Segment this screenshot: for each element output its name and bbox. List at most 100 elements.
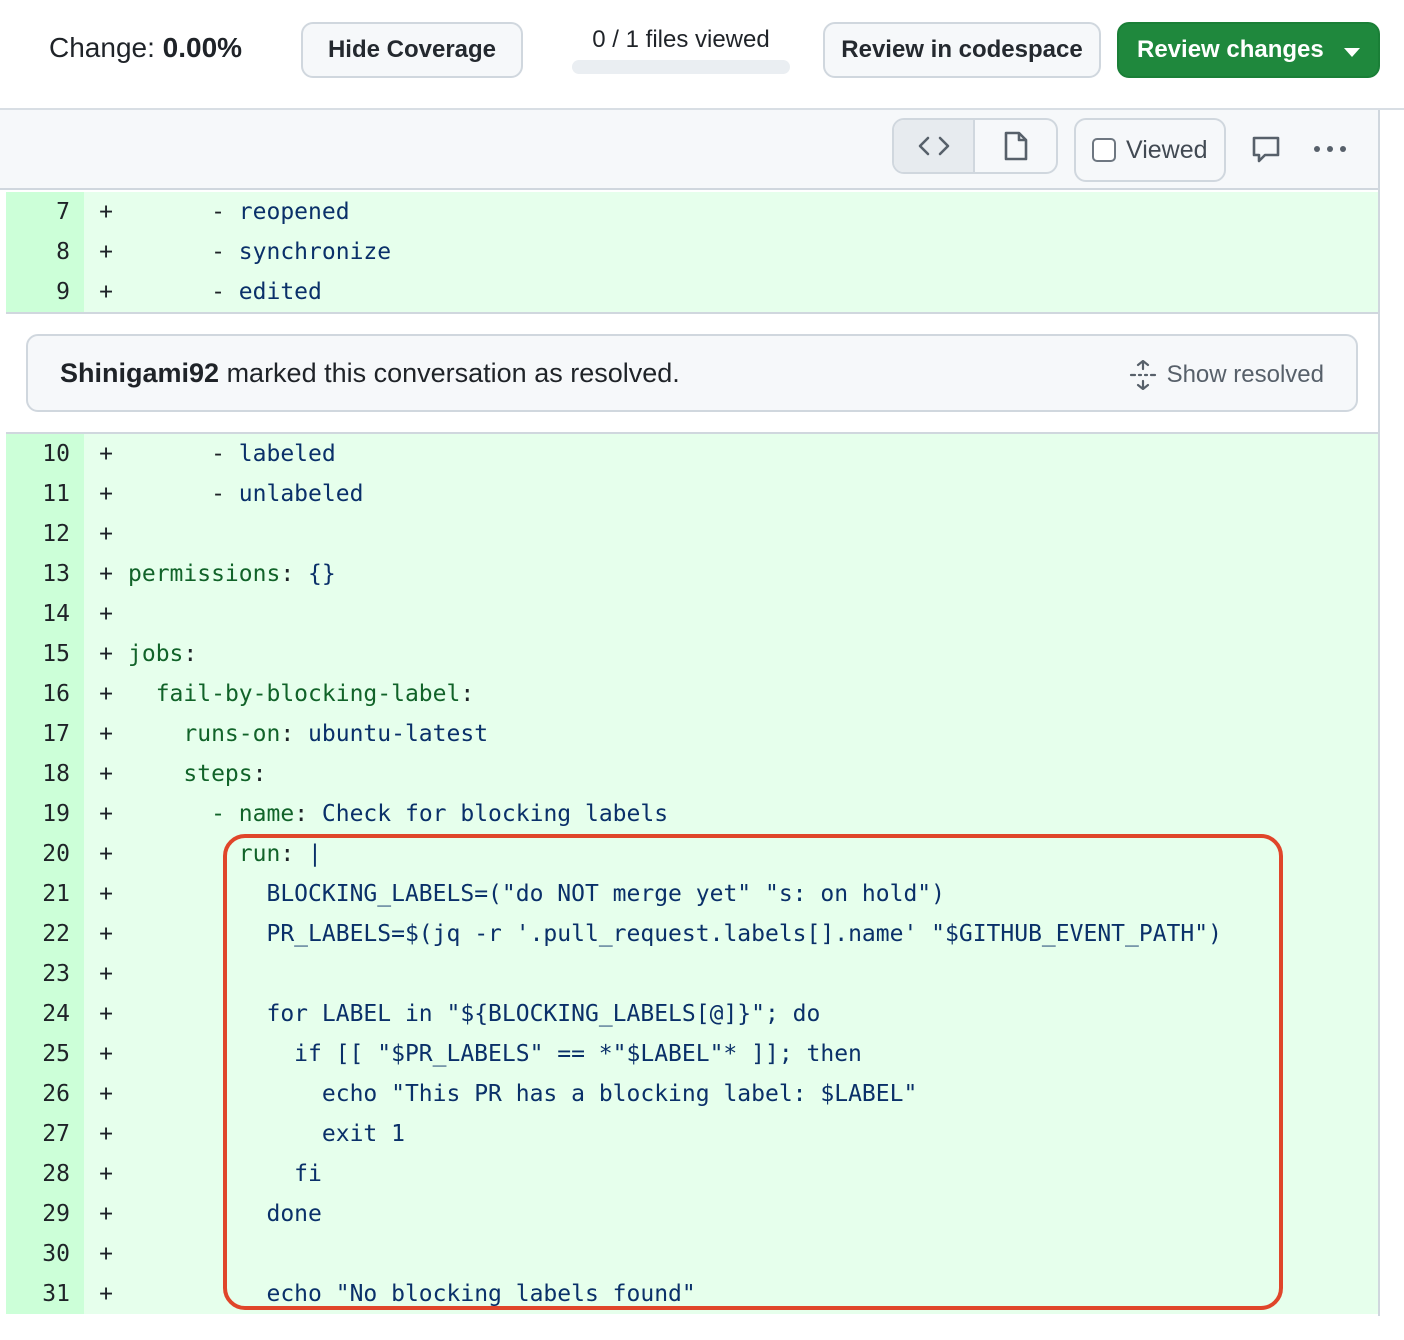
yaml-separator: - (211, 441, 239, 467)
yaml-separator: : (252, 761, 267, 787)
line-number[interactable]: 28 (6, 1154, 84, 1194)
resolved-conversation-row: Shinigami92 marked this conversation as … (6, 312, 1380, 434)
resolved-conversation: Shinigami92 marked this conversation as … (26, 334, 1358, 412)
diff-line: 12 + (6, 514, 1378, 554)
addition-marker: + (99, 1001, 113, 1027)
line-code: + runs-on: ubuntu-latest (84, 714, 1378, 754)
code-icon (918, 136, 949, 156)
show-resolved-button[interactable]: Show resolved (1129, 360, 1324, 390)
line-code: + - name: Check for blocking labels (84, 794, 1378, 834)
diff-line: 18 + steps: (6, 754, 1378, 794)
yaml-value: edited (238, 279, 322, 305)
addition-marker: + (99, 761, 113, 787)
addition-marker: + (99, 641, 113, 667)
addition-marker: + (99, 721, 113, 747)
addition-marker: + (99, 1161, 113, 1187)
review-changes-label: Review changes (1137, 36, 1324, 63)
addition-marker: + (99, 841, 113, 867)
line-number[interactable]: 27 (6, 1114, 84, 1154)
line-number[interactable]: 8 (6, 232, 84, 272)
diff-line: 11 + - unlabeled (6, 474, 1378, 514)
yaml-value: unlabeled (238, 481, 364, 507)
line-number[interactable]: 17 (6, 714, 84, 754)
line-number[interactable]: 23 (6, 954, 84, 994)
files-viewed-progress (572, 60, 790, 74)
line-number[interactable]: 25 (6, 1034, 84, 1074)
comment-icon[interactable] (1250, 134, 1282, 166)
addition-marker: + (99, 1041, 113, 1067)
line-number[interactable]: 11 (6, 474, 84, 514)
line-number[interactable]: 21 (6, 874, 84, 914)
line-number[interactable]: 24 (6, 994, 84, 1034)
line-number[interactable]: 16 (6, 674, 84, 714)
line-number[interactable]: 19 (6, 794, 84, 834)
line-number[interactable]: 7 (6, 192, 84, 232)
diff-line: 15 + jobs: (6, 634, 1378, 674)
line-number[interactable]: 31 (6, 1274, 84, 1314)
yaml-value: ubuntu-latest (308, 721, 489, 747)
diff-line: 7 + - reopened (6, 192, 1378, 232)
yaml-separator: : (280, 561, 309, 587)
addition-marker: + (99, 1081, 113, 1107)
diff-line: 10 + - labeled (6, 434, 1378, 474)
line-code: + jobs: (84, 634, 1378, 674)
yaml-key: runs-on (183, 721, 281, 747)
line-number[interactable]: 20 (6, 834, 84, 874)
caret-down-icon (1344, 48, 1360, 57)
addition-marker: + (99, 881, 113, 907)
unfold-icon (1129, 360, 1156, 390)
yaml-value: synchronize (238, 239, 392, 265)
review-changes-button[interactable]: Review changes (1117, 22, 1380, 78)
line-number[interactable]: 29 (6, 1194, 84, 1234)
resolved-user[interactable]: Shinigami92 (60, 358, 219, 388)
line-number[interactable]: 10 (6, 434, 84, 474)
line-code: + - unlabeled (84, 474, 1378, 514)
line-number[interactable]: 12 (6, 514, 84, 554)
addition-marker: + (99, 921, 113, 947)
yaml-key: permissions (128, 561, 281, 587)
diff-line: 14 + (6, 594, 1378, 634)
coverage-change-value: 0.00% (162, 32, 243, 63)
addition-marker: + (99, 239, 113, 265)
file-header: Viewed (0, 110, 1380, 190)
diff-line: 8 + - synchronize (6, 232, 1378, 272)
line-number[interactable]: 13 (6, 554, 84, 594)
coverage-change: Change: 0.00% (49, 32, 242, 64)
code-view-button[interactable] (894, 120, 975, 172)
line-code: + - synchronize (84, 232, 1378, 272)
kebab-horizontal-icon[interactable] (1312, 134, 1348, 164)
yaml-separator: - (211, 239, 239, 265)
line-code: + - edited (84, 272, 1378, 312)
line-number[interactable]: 26 (6, 1074, 84, 1114)
viewed-checkbox[interactable] (1092, 138, 1116, 162)
yaml-key: jobs (128, 641, 184, 667)
view-toggle (892, 118, 1058, 174)
addition-marker: + (99, 1201, 113, 1227)
addition-marker: + (99, 521, 113, 547)
line-code: + steps: (84, 754, 1378, 794)
yaml-separator: - (211, 279, 239, 305)
line-number[interactable]: 14 (6, 594, 84, 634)
diff-line: 17 + runs-on: ubuntu-latest (6, 714, 1378, 754)
line-code: + fail-by-blocking-label: (84, 674, 1378, 714)
line-number[interactable]: 22 (6, 914, 84, 954)
review-in-codespace-button[interactable]: Review in codespace (823, 22, 1101, 78)
yaml-separator: : (183, 641, 198, 667)
show-resolved-label: Show resolved (1166, 361, 1324, 388)
rich-view-button[interactable] (975, 120, 1056, 172)
yaml-separator: : (280, 721, 309, 747)
line-number[interactable]: 30 (6, 1234, 84, 1274)
line-number[interactable]: 18 (6, 754, 84, 794)
viewed-label: Viewed (1126, 135, 1208, 164)
line-number[interactable]: 9 (6, 272, 84, 312)
viewed-toggle[interactable]: Viewed (1074, 118, 1226, 182)
yaml-value: Check for blocking labels (321, 801, 669, 827)
line-code: + permissions: {} (84, 554, 1378, 594)
line-number[interactable]: 15 (6, 634, 84, 674)
file-icon (1004, 131, 1027, 161)
hide-coverage-button[interactable]: Hide Coverage (301, 22, 523, 78)
